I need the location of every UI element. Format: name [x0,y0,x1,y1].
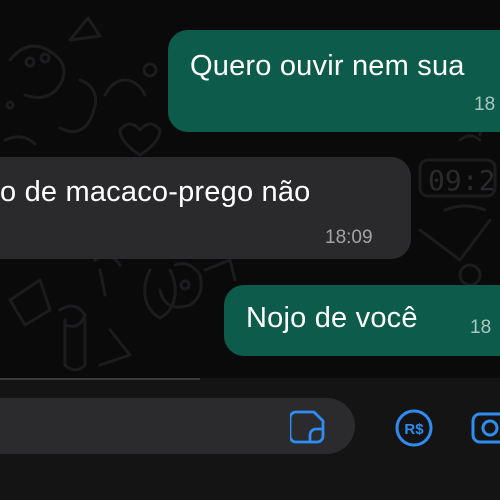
chat-screen: 09:2 Quero ouvir nem sua 18 o de macaco-… [0,0,500,500]
clock-doodle: 09:2 [428,164,495,197]
outgoing-message-bubble[interactable]: Quero ouvir nem sua 18 [168,30,500,132]
camera-icon[interactable] [470,406,500,446]
outgoing-message-bubble[interactable]: Nojo de você 18 [224,285,500,356]
message-time: 18 [474,94,496,115]
divider [0,378,200,380]
sticker-icon[interactable] [290,409,326,445]
message-text: Nojo de você [246,302,418,334]
message-text: o de macaco-prego não [0,176,311,208]
message-text: Quero ouvir nem sua [190,50,465,82]
pix-payment-icon[interactable]: R$ [394,408,434,448]
message-time: 18 [470,317,492,338]
svg-text:R$: R$ [404,421,424,438]
message-time: 18:09 [325,227,373,248]
incoming-message-bubble[interactable]: o de macaco-prego não 18:09 [0,157,411,259]
